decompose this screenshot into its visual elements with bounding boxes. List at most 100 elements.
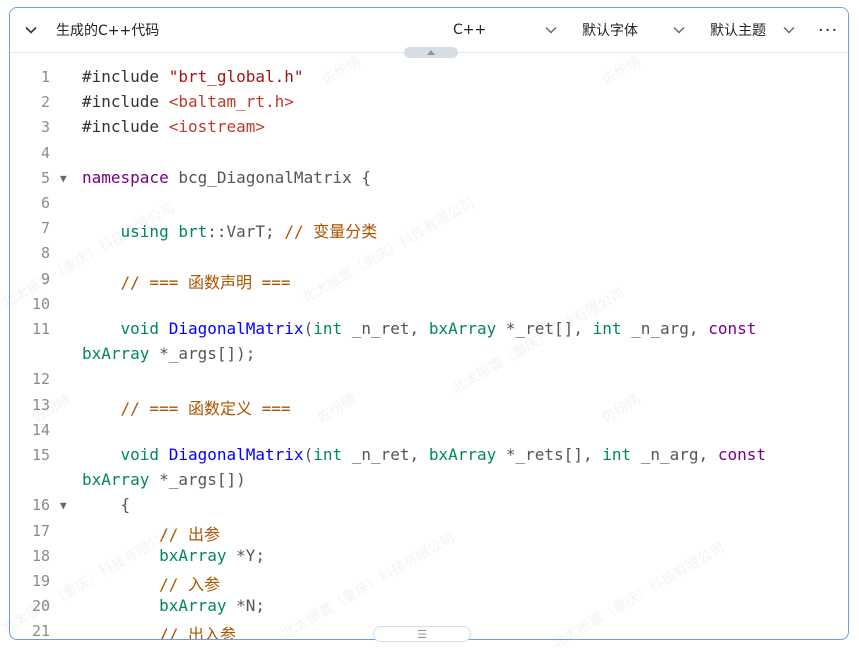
- chevron-down-icon: [24, 23, 38, 37]
- font-select[interactable]: 默认字体: [582, 8, 638, 52]
- code-text: // === 函数定义 ===: [82, 395, 291, 419]
- line-number: 12: [31, 370, 50, 389]
- code-token: _n_ret,: [342, 319, 429, 338]
- fold-arrow-icon[interactable]: ▼: [60, 499, 70, 512]
- panel-title: 生成的C++代码: [56, 23, 160, 39]
- code-token: void: [120, 445, 160, 464]
- code-token: const: [717, 445, 766, 464]
- language-dropdown-toggle[interactable]: [544, 8, 558, 52]
- code-token: bxArray: [159, 545, 227, 565]
- code-token: <baltam_rt.h>: [168, 92, 294, 112]
- chevron-down-icon: [782, 23, 796, 37]
- code-token: _n_arg,: [621, 319, 709, 338]
- line-number: 10: [31, 294, 50, 313]
- chevron-down-icon: [672, 23, 686, 37]
- code-token: "brt_global.h": [168, 67, 304, 86]
- more-options-button[interactable]: ···: [818, 8, 838, 52]
- font-dropdown-toggle[interactable]: [672, 8, 686, 52]
- code-panel: 生成的C++代码 C++ 默认字体 默认主题 ··· 1 #include "br…: [9, 7, 849, 640]
- code-line: 13 // === 函数定义 ===: [20, 393, 848, 419]
- code-text: // 入参: [82, 571, 220, 595]
- line-number: 3: [40, 118, 50, 137]
- code-line: 1 #include "brt_global.h": [20, 65, 848, 90]
- code-text: bxArray *_args[]): [82, 470, 246, 489]
- line-number: 6: [40, 194, 50, 212]
- code-line: 19 // 入参: [20, 569, 848, 595]
- code-token: bxArray: [82, 470, 150, 490]
- line-number: 13: [31, 395, 50, 414]
- code-token: *_args[]);: [149, 344, 256, 364]
- line-number: 2: [40, 93, 50, 112]
- code-token: int: [313, 319, 343, 338]
- code-token: namespace: [82, 167, 169, 187]
- code-text: void DiagonalMatrix(int _n_ret, bxArray …: [82, 445, 766, 464]
- code-line: 11 void DiagonalMatrix(int _n_ret, bxArr…: [20, 317, 848, 342]
- code-token: bcg_DiagonalMatrix {: [168, 167, 371, 187]
- fold-arrow-icon[interactable]: ▼: [60, 172, 70, 185]
- code-token: // 变量分类: [284, 222, 378, 242]
- collapse-toggle[interactable]: [24, 8, 38, 52]
- code-text: #include <baltam_rt.h>: [82, 92, 294, 111]
- line-number: 4: [40, 143, 50, 162]
- code-token: *_ret[],: [496, 319, 593, 338]
- code-line: 8: [20, 241, 848, 266]
- theme-dropdown-toggle[interactable]: [782, 8, 796, 52]
- code-line: bxArray *_args[]): [20, 468, 848, 493]
- line-number: 5: [40, 168, 50, 187]
- code-token: // === 函数声明 ===: [120, 272, 291, 292]
- line-number: 19: [31, 572, 50, 590]
- code-text: #include "brt_global.h": [82, 67, 304, 86]
- code-token: int: [313, 445, 343, 464]
- code-token: using: [120, 222, 169, 242]
- line-number: 11: [31, 320, 50, 338]
- code-line: 18 bxArray *Y;: [20, 544, 848, 569]
- line-number: 8: [40, 244, 50, 263]
- code-token: int: [592, 319, 622, 338]
- code-token: (: [303, 445, 314, 464]
- code-editor[interactable]: 1 #include "brt_global.h" 2 #include <balta…: [20, 65, 848, 640]
- code-line: 3 #include <iostream>: [20, 115, 848, 140]
- code-token: _n_arg,: [631, 445, 718, 464]
- chevron-down-icon: [544, 23, 558, 37]
- code-token: // 入参: [159, 575, 220, 594]
- code-line: 5 ▼ namespace bcg_DiagonalMatrix {: [20, 166, 848, 191]
- line-number: 20: [31, 597, 50, 616]
- code-line: 7 using brt::VarT; // 变量分类: [20, 216, 848, 242]
- line-number: 1: [40, 68, 50, 86]
- line-number: 7: [40, 219, 50, 238]
- code-text: void DiagonalMatrix(int _n_ret, bxArray …: [82, 319, 757, 338]
- drag-handle-icon: ☰: [417, 627, 427, 641]
- code-line: 12: [20, 367, 848, 392]
- code-token: (: [303, 319, 314, 338]
- code-line: 10: [20, 292, 848, 317]
- code-text: using brt::VarT; // 变量分类: [82, 218, 378, 242]
- resize-handle-bottom[interactable]: ☰: [373, 626, 471, 642]
- code-token: const: [708, 319, 757, 338]
- code-token: {: [82, 495, 131, 515]
- code-token: // === 函数定义 ===: [120, 398, 291, 418]
- code-token: bxArray: [428, 319, 497, 338]
- code-text: namespace bcg_DiagonalMatrix {: [82, 168, 371, 187]
- code-token: #include: [82, 92, 169, 112]
- code-token: *_rets[],: [496, 445, 603, 464]
- line-number: 21: [31, 622, 50, 640]
- code-token: *Y;: [226, 545, 266, 565]
- line-number: 16: [31, 496, 50, 515]
- code-text: bxArray *Y;: [82, 546, 265, 565]
- collapse-handle-top[interactable]: [404, 47, 458, 58]
- code-token: _n_ret,: [342, 445, 429, 464]
- code-token: *N;: [226, 596, 266, 616]
- code-token: VarT;: [226, 222, 285, 242]
- code-token: // 出参: [159, 524, 220, 544]
- line-number: 15: [31, 446, 50, 464]
- language-select[interactable]: C++: [453, 8, 486, 52]
- theme-select[interactable]: 默认主题: [710, 8, 766, 52]
